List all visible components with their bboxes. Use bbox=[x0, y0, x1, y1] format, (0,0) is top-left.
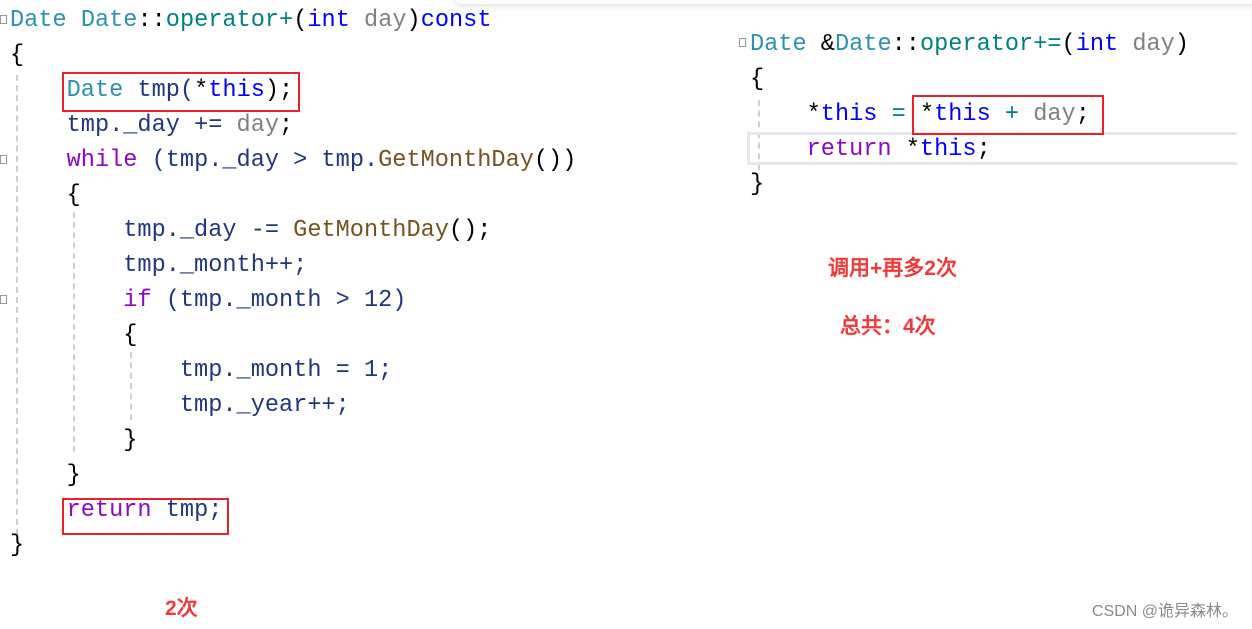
code-token: } bbox=[10, 462, 81, 489]
code-line: { bbox=[750, 62, 1189, 97]
code-token: return bbox=[806, 136, 892, 163]
highlight-box-call-plus bbox=[912, 95, 1104, 135]
code-token: ( bbox=[1061, 31, 1076, 58]
code-token: this bbox=[919, 136, 977, 163]
code-token: tmp._day += bbox=[10, 112, 237, 139]
code-token: { bbox=[10, 182, 81, 209]
code-token: int bbox=[1075, 31, 1119, 58]
code-token: { bbox=[10, 322, 138, 349]
watermark: CSDN @诡异森林。 bbox=[1091, 603, 1238, 620]
code-line: Date Date::operator+(int day)const bbox=[10, 3, 576, 38]
code-token: tmp._month = 1; bbox=[10, 357, 393, 384]
fold-toggle-icon[interactable] bbox=[739, 38, 746, 47]
code-token: int bbox=[307, 7, 350, 34]
highlight-box-return bbox=[62, 498, 229, 535]
code-line: { bbox=[10, 38, 576, 73]
code-token: } bbox=[10, 427, 138, 454]
code-token: } bbox=[750, 171, 765, 198]
code-token: (); bbox=[448, 217, 492, 244]
code-token: while bbox=[66, 147, 138, 174]
code-line: } bbox=[10, 458, 576, 493]
code-token: day bbox=[1132, 31, 1175, 58]
code-token: :: bbox=[891, 31, 920, 58]
code-line: } bbox=[750, 167, 1189, 202]
code-token: (tmp._day > tmp. bbox=[137, 147, 379, 174]
code-line: return *this; bbox=[750, 132, 1189, 167]
code-line: tmp._month = 1; bbox=[10, 353, 576, 388]
code-line: { bbox=[10, 178, 576, 213]
code-token: ()) bbox=[533, 147, 577, 174]
code-token: day bbox=[364, 7, 407, 34]
code-token: { bbox=[10, 42, 25, 69]
code-token: * bbox=[891, 136, 920, 163]
code-line: Date &Date::operator+=(int day) bbox=[750, 27, 1189, 62]
code-token: ( bbox=[293, 7, 308, 34]
code-token: operator+ bbox=[165, 7, 294, 34]
code-token: tmp._year++; bbox=[10, 392, 350, 419]
annotation-left-count: 2次 bbox=[165, 597, 198, 620]
code-token: operator+= bbox=[919, 31, 1062, 58]
annotation-total: 总共：4次 bbox=[840, 315, 936, 338]
code-line: tmp._month++; bbox=[10, 248, 576, 283]
code-line: { bbox=[10, 318, 576, 353]
fold-toggle-icon[interactable] bbox=[0, 15, 7, 24]
code-token: (tmp._month > 12) bbox=[151, 287, 407, 314]
annotation-extra-calls: 调用+再多2次 bbox=[828, 257, 957, 280]
code-token: Date bbox=[750, 31, 807, 58]
code-token: { bbox=[750, 66, 765, 93]
fold-toggle-icon[interactable] bbox=[0, 295, 7, 304]
code-line: tmp._day += day; bbox=[10, 108, 576, 143]
code-token: tmp._day -= bbox=[10, 217, 294, 244]
code-line: tmp._year++; bbox=[10, 388, 576, 423]
code-token: Date bbox=[10, 7, 67, 34]
code-token: const bbox=[420, 7, 492, 34]
code-line: while (tmp._day > tmp.GetMonthDay()) bbox=[10, 143, 577, 178]
code-token: * bbox=[750, 101, 821, 128]
code-token: Date bbox=[80, 7, 138, 34]
code-token: GetMonthDay bbox=[378, 147, 534, 174]
code-token: this bbox=[820, 101, 878, 128]
code-line: } bbox=[10, 423, 576, 458]
code-token: Date bbox=[834, 31, 892, 58]
code-token: GetMonthDay bbox=[293, 217, 449, 244]
code-token: :: bbox=[137, 7, 166, 34]
code-line: if (tmp._month > 12) bbox=[10, 283, 576, 318]
code-token: ) bbox=[1174, 31, 1190, 58]
fold-toggle-icon[interactable] bbox=[0, 155, 7, 164]
code-line: tmp._day -= GetMonthDay(); bbox=[10, 213, 576, 248]
code-token: if bbox=[123, 287, 152, 314]
code-token: tmp._month++; bbox=[10, 252, 308, 279]
code-token: day bbox=[236, 112, 280, 139]
code-token: } bbox=[10, 532, 25, 559]
highlight-box-copy-construct bbox=[62, 72, 300, 112]
code-token: ) bbox=[406, 7, 421, 34]
code-token: ; bbox=[976, 136, 991, 163]
code-token: & bbox=[806, 31, 835, 58]
code-token: ; bbox=[279, 112, 294, 139]
